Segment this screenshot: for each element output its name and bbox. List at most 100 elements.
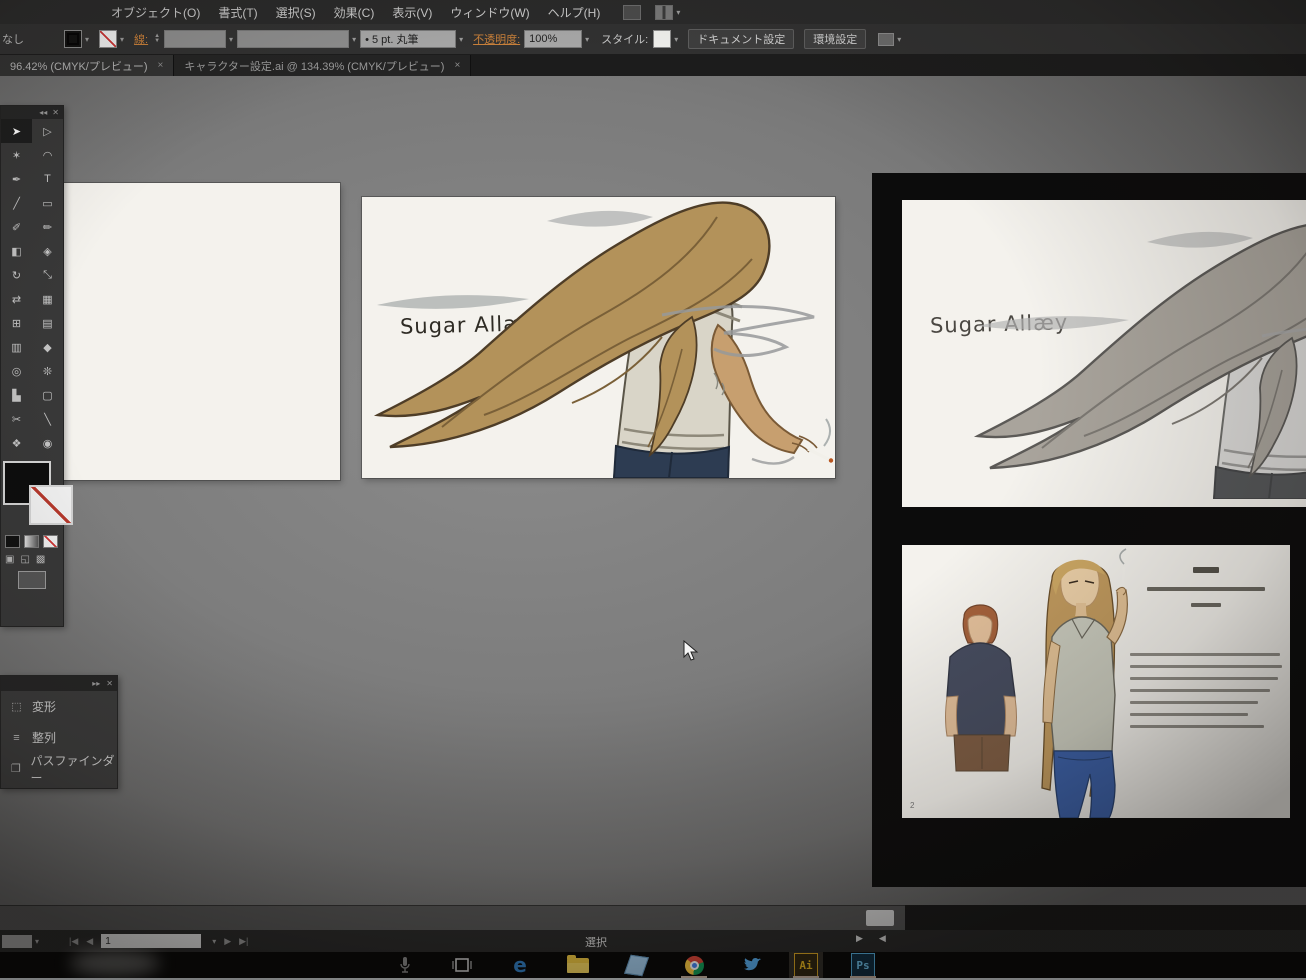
stroke-swatch[interactable] [99,30,118,48]
zoom-tool[interactable]: ◉ [32,431,63,455]
taskbar-twitter-button[interactable] [735,952,769,978]
menu-item-3[interactable]: 効果(C) [325,4,384,21]
perspective-grid-tool[interactable]: ⊞ [1,311,32,335]
selection-tool[interactable]: ➤ [1,119,32,143]
document-setup-button[interactable]: ドキュメント設定 [688,29,795,49]
last-artboard-icon[interactable]: ▶| [239,936,248,947]
stroke-color-swatch[interactable] [29,485,73,525]
draw-inside-icon[interactable]: ▩ [36,554,45,565]
eyedropper-tool[interactable]: ◆ [32,335,63,359]
opacity-field[interactable]: 100% [524,30,583,48]
arrange-documents-icon[interactable] [655,4,674,20]
opacity-link[interactable]: 不透明度: [473,31,520,47]
free-transform-tool[interactable]: ▦ [32,287,63,311]
close-icon[interactable]: ✕ [52,108,59,117]
stroke-width-field[interactable] [164,30,227,48]
chevron-down-icon[interactable]: ▾ [352,35,356,44]
scroll-right-icon[interactable]: ▶ [856,933,863,944]
close-icon[interactable]: × [454,60,460,71]
draw-behind-icon[interactable]: ◱ [20,554,29,565]
lasso-tool[interactable]: ◠ [32,143,63,167]
direct-selection-tool[interactable]: ▷ [32,119,63,143]
fill-swatch[interactable] [64,30,82,48]
close-icon[interactable]: × [158,60,164,71]
shape-builder-tool[interactable]: ◧ [1,239,32,263]
variable-width-profile-field[interactable] [237,30,350,48]
first-artboard-icon[interactable]: |◀ [69,936,78,947]
stroke-width-stepper[interactable]: ▲ ▼ [154,33,160,44]
secondary-document-window[interactable]: Sugar Allæy 2 [872,173,1306,887]
rotate-tool[interactable]: ↻ [1,263,32,287]
none-button[interactable] [43,535,58,548]
magic-wand-tool[interactable]: ✶ [1,143,32,167]
rectangle-tool[interactable]: ▭ [32,191,63,215]
artboard-character-sheet[interactable]: 2 [902,545,1290,818]
canvas-area[interactable]: Sugar Allæy Sugar Allæy 2 [0,76,1306,905]
chevron-down-icon[interactable]: ▾ [674,35,678,44]
menu-item-5[interactable]: ウィンドウ(W) [441,4,538,21]
artboard-blank[interactable] [55,183,340,480]
gradient-button[interactable] [24,535,39,548]
taskbar-task-view-button[interactable] [445,952,479,978]
bridge-icon[interactable] [623,4,642,20]
scrollbar-thumb[interactable] [866,910,894,926]
taskbar-app-button[interactable] [619,952,653,978]
chevron-down-icon[interactable]: ▾ [229,35,233,44]
previous-artboard-icon[interactable]: ◀ [86,936,93,947]
chevron-down-icon[interactable]: ▾ [459,35,463,44]
chevron-down-icon[interactable]: ▾ [120,35,124,44]
menu-item-1[interactable]: 書式(T) [209,4,266,21]
tab-document-1[interactable]: 96.42% (CMYK/プレビュー) × [0,55,175,76]
expand-panel-icon[interactable]: ▸▸ [92,679,100,688]
hand-tool[interactable]: ❖ [1,431,32,455]
slice-tool[interactable]: ✂ [1,407,32,431]
taskbar-photoshop-button[interactable]: Ps [846,952,880,978]
draw-normal-icon[interactable]: ▣ [5,554,14,565]
paintbrush-tool[interactable]: ✐ [1,215,32,239]
menu-item-0[interactable]: オブジェクト(O) [102,4,209,21]
symbol-sprayer-tool[interactable]: ❊ [32,359,63,383]
width-tool[interactable]: ⇄ [1,287,32,311]
taskbar-edge-button[interactable]: e [503,952,537,978]
chevron-down-icon[interactable]: ▾ [585,35,589,44]
artboard-sketch[interactable]: Sugar Allæy [902,200,1306,507]
chevron-down-icon[interactable]: ▾ [85,35,89,44]
screen-mode-button[interactable] [18,571,46,589]
pencil-tool[interactable]: ✏ [32,215,63,239]
color-button[interactable] [5,535,20,548]
panel-item-transform[interactable]: ⬚ 変形 [1,691,117,722]
type-tool[interactable]: T [32,167,63,191]
artboard-colored[interactable]: Sugar Allæy [362,197,835,478]
menu-item-4[interactable]: 表示(V) [383,4,441,21]
close-icon[interactable]: ✕ [106,679,113,688]
chevron-down-icon[interactable]: ▾ [212,937,216,946]
blend-tool[interactable]: ◎ [1,359,32,383]
gradient-tool[interactable]: ▥ [1,335,32,359]
next-artboard-icon[interactable]: ▶ [224,936,231,947]
taskbar-microphone-button[interactable] [388,952,422,978]
eraser-tool[interactable]: ◈ [32,239,63,263]
chevron-down-icon[interactable]: ▾ [897,35,901,44]
menu-item-2[interactable]: 選択(S) [267,4,325,21]
stroke-link[interactable]: 線: [134,31,148,47]
artboard-tool[interactable]: ▢ [32,383,63,407]
taskbar-illustrator-button[interactable]: Ai [789,952,823,978]
scale-tool[interactable]: ⤡ [32,263,63,287]
line-segment-tool[interactable]: ╱ [1,191,32,215]
pen-tool[interactable]: ✒ [1,167,32,191]
column-graph-tool[interactable]: ▙ [1,383,32,407]
menu-item-6[interactable]: ヘルプ(H) [539,4,610,21]
collapse-panel-icon[interactable]: ◂◂ [39,108,47,117]
panel-item-pathfinder[interactable]: ❐ パスファインダー [1,753,117,785]
taskbar-chrome-button[interactable] [677,952,711,978]
tab-document-2[interactable]: キャラクター設定.ai @ 134.39% (CMYK/プレビュー) × [174,55,472,76]
zoom-level-field[interactable] [2,934,32,948]
workspace-icon[interactable] [878,32,895,46]
taskbar-file-explorer-button[interactable] [561,952,595,978]
scroll-left-icon[interactable]: ◀ [879,933,886,944]
horizontal-scrollbar[interactable] [0,905,905,931]
artboard-number-field[interactable]: 1 [101,934,202,948]
chevron-down-icon[interactable]: ▾ [35,937,39,946]
style-swatch[interactable] [653,30,672,48]
panel-item-align[interactable]: ≡ 整列 [1,722,117,753]
